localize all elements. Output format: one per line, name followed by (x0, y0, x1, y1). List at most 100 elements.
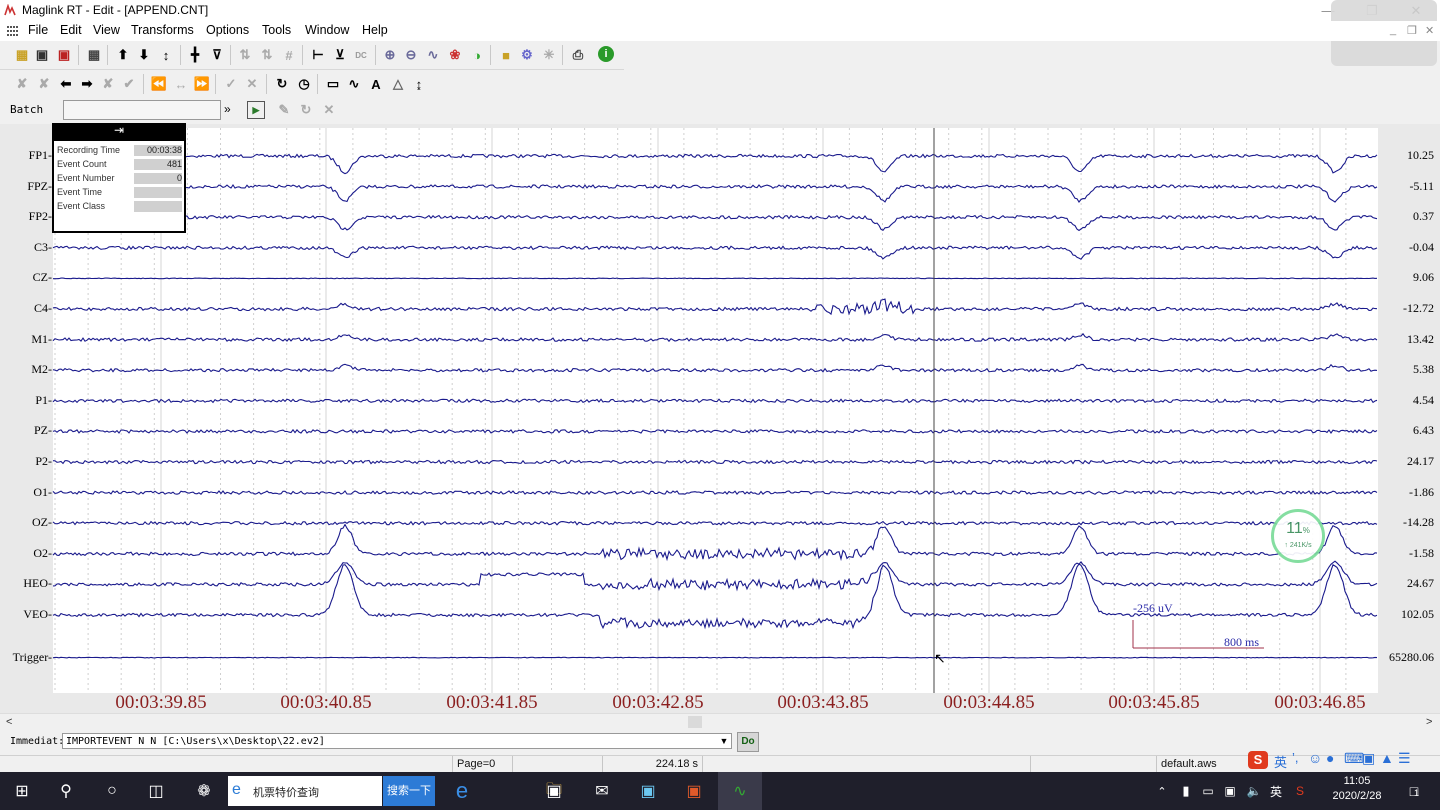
battery-icon[interactable]: ▭ (1198, 772, 1218, 810)
menu-options[interactable]: Options (206, 23, 249, 37)
check-icon[interactable]: ✓ (222, 75, 240, 93)
channel-label-fp2[interactable]: FP2- (0, 209, 52, 224)
sparkle-icon[interactable]: ✳ (540, 46, 558, 64)
channel-label-p2[interactable]: P2- (0, 454, 52, 469)
arrow-down-icon[interactable]: ⬇ (135, 46, 153, 64)
scroll-right-icon[interactable]: > (1426, 714, 1432, 730)
recording-info-panel[interactable]: ⇥ Recording Time 00:03:38 Event Count 481 … (52, 123, 186, 233)
menu-file[interactable]: File (28, 23, 48, 37)
accept-icon[interactable]: ✔ (120, 75, 138, 93)
filter-icon[interactable]: ∿ (424, 46, 442, 64)
channel-label-fpz[interactable]: FPZ- (0, 179, 52, 194)
cancel-icon[interactable]: ✕ (243, 75, 261, 93)
scan-app-icon[interactable]: ▣ (672, 772, 716, 810)
clear-batch-icon[interactable]: ✕ (320, 101, 338, 119)
voice-icon[interactable]: ● (1326, 750, 1334, 766)
settings-icon[interactable]: ⚙ (518, 46, 536, 64)
sogou-tray-icon[interactable]: S (1290, 772, 1310, 810)
channel-label-cz[interactable]: CZ- (0, 270, 52, 285)
prev-icon[interactable]: ⬅ (57, 75, 75, 93)
channel-label-veo[interactable]: VEO- (0, 607, 52, 622)
menu-help[interactable]: Help (362, 23, 388, 37)
taskbar-search-text[interactable]: 机票特价查询 (253, 784, 319, 800)
channel-up-icon[interactable]: ⇅ (236, 46, 254, 64)
tray-up-icon[interactable]: ⌃ (1152, 772, 1172, 810)
zoom-in-icon[interactable]: ⊕ (381, 46, 399, 64)
info-icon[interactable]: i (598, 46, 614, 62)
marker-icon[interactable]: ↨ (410, 75, 428, 93)
punctuation-icon[interactable]: ’, (1292, 750, 1299, 765)
dropdown-icon[interactable]: ▼ (717, 734, 731, 748)
mail-icon[interactable]: ✉ (580, 772, 624, 810)
menu-view[interactable]: View (93, 23, 120, 37)
refresh-icon[interactable]: ↻ (273, 75, 291, 93)
invert-icon[interactable]: ⊻ (331, 46, 349, 64)
skin-icon[interactable]: ▲ (1380, 750, 1394, 766)
scroll-thumb[interactable] (688, 716, 702, 728)
taskbar-search-button[interactable]: 搜索一下 (383, 776, 435, 806)
child-close-icon[interactable]: ✕ (1425, 24, 1434, 37)
scroll-left-icon[interactable]: < (6, 714, 12, 730)
ime-mode-label[interactable]: 英 (1274, 752, 1287, 771)
volume-icon[interactable]: 🔈 (1244, 772, 1264, 810)
channel-label-pz[interactable]: PZ- (0, 423, 52, 438)
batch-input[interactable] (63, 100, 221, 120)
fan-app-icon[interactable]: ❁ (182, 772, 226, 810)
spectrum-icon[interactable]: ◑ (468, 46, 486, 64)
more-icon[interactable]: ☰ (1398, 750, 1411, 767)
child-minimize-icon[interactable]: _ (1390, 24, 1396, 36)
document-menu-icon[interactable] (6, 24, 20, 38)
channel-label-heo[interactable]: HEO- (0, 576, 52, 591)
zoom-out-icon[interactable]: ⊖ (402, 46, 420, 64)
channel-label-fp1[interactable]: FP1- (0, 148, 52, 163)
step-icon[interactable]: ↔ (172, 75, 190, 93)
channel-label-m2[interactable]: M2- (0, 362, 52, 377)
cluster-icon[interactable]: ❀ (446, 46, 464, 64)
emoji-icon[interactable]: ☺ (1308, 750, 1322, 766)
network-app-icon[interactable]: ▣ (626, 772, 670, 810)
cortana-icon[interactable]: ○ (90, 772, 134, 810)
sogou-icon[interactable]: S (1248, 751, 1268, 769)
notes-icon[interactable]: ■ (497, 46, 515, 64)
channel-label-o2[interactable]: O2- (0, 546, 52, 561)
channel-label-trigger[interactable]: Trigger- (0, 650, 52, 665)
baseline-icon[interactable]: ⊢ (309, 46, 327, 64)
cube-icon[interactable]: ▭ (324, 75, 342, 93)
expand-icon[interactable]: » (224, 102, 231, 116)
reject-all-icon[interactable]: ✘ (99, 75, 117, 93)
compress-icon[interactable]: ⊽ (208, 46, 226, 64)
edit-batch-icon[interactable]: ✎ (275, 101, 293, 119)
fast-forward-icon[interactable]: ⏩ (193, 75, 211, 93)
open-folder-icon[interactable]: ▦ (13, 46, 31, 64)
spread-icon[interactable]: ╋ (186, 46, 204, 64)
channel-label-c3[interactable]: C3- (0, 240, 52, 255)
pin-icon[interactable]: ⇥ (52, 123, 186, 141)
menu-edit[interactable]: Edit (60, 23, 82, 37)
eeg-traces[interactable] (0, 124, 1440, 714)
taskbar-ime-label[interactable]: 英 (1266, 772, 1286, 810)
menu-transforms[interactable]: Transforms (131, 23, 194, 37)
reload-batch-icon[interactable]: ↻ (297, 101, 315, 119)
next-icon[interactable]: ➡ (78, 75, 96, 93)
channel-label-o1[interactable]: O1- (0, 485, 52, 500)
channel-label-m1[interactable]: M1- (0, 332, 52, 347)
task-view-icon[interactable]: ◫ (134, 772, 178, 810)
run-batch-icon[interactable]: ▶ (247, 101, 265, 119)
menu-window[interactable]: Window (305, 23, 349, 37)
channel-label-p1[interactable]: P1- (0, 393, 52, 408)
microphone-icon[interactable]: ▮ (1176, 772, 1196, 810)
tray-clock[interactable]: 11:05 2020/2/28 (1316, 774, 1398, 804)
taskbar-search-box[interactable]: e 机票特价查询 (228, 776, 382, 806)
network-icon[interactable]: ▣ (1220, 772, 1240, 810)
channel-down-icon[interactable]: ⇅ (258, 46, 276, 64)
horizontal-scrollbar[interactable]: < > (0, 713, 1440, 730)
print-icon[interactable]: ⎙ (569, 46, 587, 64)
text-icon[interactable]: A (367, 75, 385, 93)
save-as-icon[interactable]: ▣ (55, 46, 73, 64)
toolbox-icon[interactable]: ▣ (1362, 750, 1375, 767)
waveform-icon[interactable]: ∿ (345, 75, 363, 93)
clock-icon[interactable]: ◷ (295, 75, 313, 93)
dc-icon[interactable]: DC (352, 46, 370, 64)
maglink-taskbar-icon[interactable]: ∿ (718, 772, 762, 810)
immediate-command-input[interactable]: IMPORTEVENT N N [C:\Users\x\Desktop\22.e… (62, 733, 732, 749)
